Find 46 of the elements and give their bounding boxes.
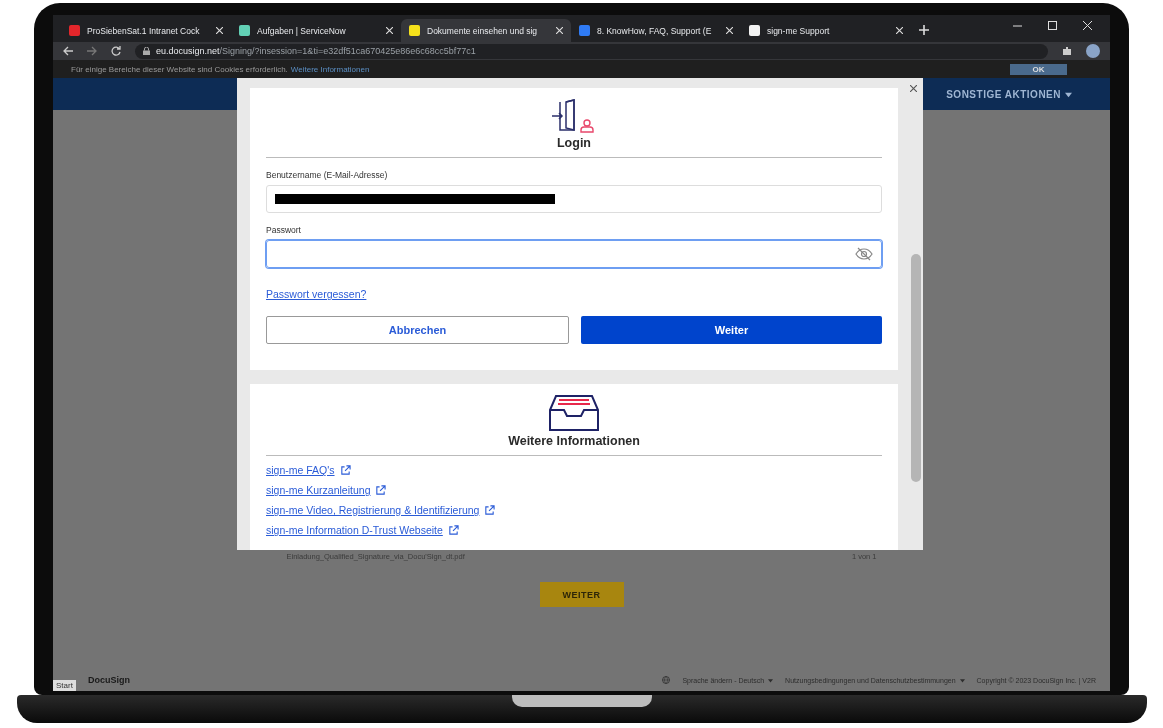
info-link[interactable]: sign-me Information D-Trust Webseite: [266, 524, 443, 536]
address-bar[interactable]: eu.docusign.net/Signing/?insession=1&ti=e32df51ca670425e86e6c68cc5bf77c1: [135, 43, 1048, 59]
external-link-icon: [375, 484, 387, 496]
browser-tab[interactable]: 8. KnowHow, FAQ, Support (E: [571, 19, 741, 42]
browser-tab[interactable]: ProSiebenSat.1 Intranet Cock: [61, 19, 231, 42]
caret-icon: [959, 678, 965, 684]
info-link[interactable]: sign-me Kurzanleitung: [266, 484, 371, 496]
cookie-info-link[interactable]: Weitere Informationen: [290, 64, 370, 74]
external-link-icon: [339, 464, 351, 476]
username-field[interactable]: [266, 185, 882, 213]
back-arrow-icon[interactable]: [63, 46, 73, 56]
reload-icon[interactable]: [111, 46, 121, 56]
info-title: Weitere Informationen: [508, 434, 640, 448]
brand-name: DocuSign: [87, 675, 130, 685]
cancel-button[interactable]: Abbrechen: [266, 316, 569, 344]
scrollbar-thumb[interactable]: [911, 254, 921, 482]
browser-tab[interactable]: Dokumente einsehen und sig: [401, 19, 571, 42]
username-label: Benutzername (E-Mail-Adresse): [266, 170, 389, 180]
start-label: Start: [53, 680, 76, 691]
external-link-icon: [484, 504, 496, 516]
caret-icon: [1065, 91, 1072, 99]
globe-icon: [662, 676, 671, 684]
extension-icon[interactable]: [1062, 46, 1072, 56]
plus-icon[interactable]: [919, 25, 929, 35]
forward-arrow-icon[interactable]: [87, 46, 97, 56]
close-icon[interactable]: [910, 85, 917, 92]
continue-button[interactable]: WEITER: [539, 582, 624, 607]
ok-button[interactable]: OK: [1010, 63, 1067, 75]
password-field[interactable]: [266, 240, 882, 268]
password-label: Passwort: [266, 225, 302, 235]
lock-icon: [143, 47, 150, 55]
eye-slash-icon[interactable]: [855, 247, 873, 261]
browser-tab[interactable]: Aufgaben | ServiceNow: [231, 19, 401, 42]
caret-icon: [768, 678, 774, 684]
forgot-password-link[interactable]: Passwort vergessen?: [266, 288, 367, 300]
browser-tab[interactable]: sign-me Support: [741, 19, 911, 42]
cookie-notice: Für einige Bereiche dieser Website sind Cookies erforderlich.: [71, 64, 288, 74]
login-title: Login: [557, 136, 591, 150]
inbox-tray-icon: [548, 394, 600, 432]
other-actions-menu[interactable]: SONSTIGE AKTIONEN: [940, 87, 1078, 101]
info-link[interactable]: sign-me FAQ's: [266, 464, 335, 476]
info-link[interactable]: sign-me Video, Registrierung & Identifizierung: [266, 504, 480, 516]
external-link-icon: [447, 524, 459, 536]
profile-avatar-icon[interactable]: [1086, 44, 1100, 58]
submit-button[interactable]: Weiter: [581, 316, 882, 344]
maximize-icon[interactable]: [1048, 21, 1057, 30]
